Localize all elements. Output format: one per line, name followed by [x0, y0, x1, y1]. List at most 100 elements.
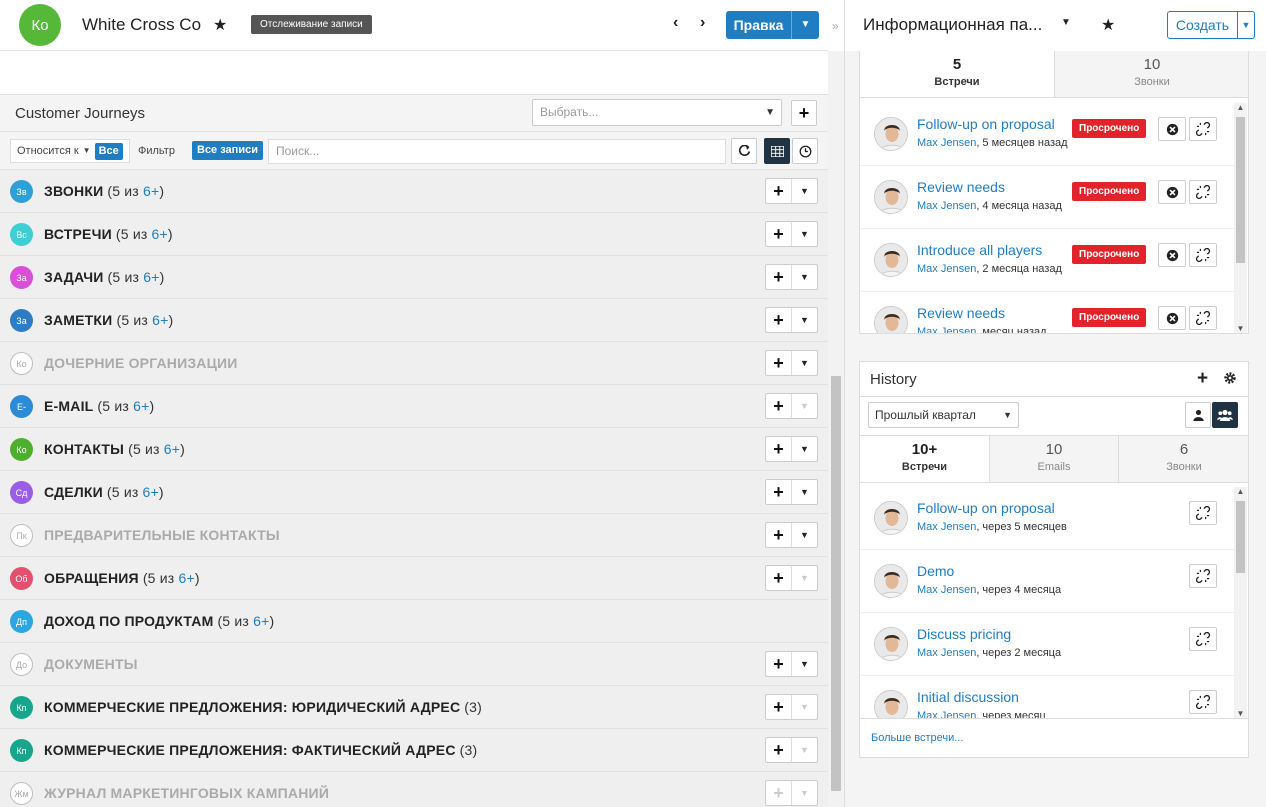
tab-history-2[interactable]: 6 Звонки	[1119, 436, 1248, 482]
item-user-link[interactable]: Max Jensen	[917, 200, 976, 212]
subpanel-row[interactable]: Кп КОММЕРЧЕСКИЕ ПРЕДЛОЖЕНИЯ: ЮРИДИЧЕСКИЙ …	[0, 686, 828, 729]
subpanel-more-link[interactable]: 6+	[152, 226, 168, 242]
subpanel-title[interactable]: ДОКУМЕНТЫ	[44, 656, 138, 672]
item-title-link[interactable]: Review needs	[917, 179, 1005, 195]
subpanel-add-button[interactable]: +	[766, 179, 792, 203]
team-items-icon[interactable]	[1212, 402, 1238, 428]
subpanel-title[interactable]: КОММЕРЧЕСКИЕ ПРЕДЛОЖЕНИЯ: ФАКТИЧЕСКИЙ АД…	[44, 742, 477, 758]
subpanel-row[interactable]: Ко КОНТАКТЫ (5 из 6+) + ▼	[0, 428, 828, 471]
my-items-icon[interactable]	[1185, 402, 1211, 428]
left-scrollbar[interactable]	[828, 51, 844, 807]
subpanel-more-link[interactable]: 6+	[152, 312, 168, 328]
subpanel-menu-icon[interactable]: ▼	[792, 308, 817, 332]
scroll-down-icon[interactable]: ▼	[1234, 709, 1247, 718]
item-user-link[interactable]: Max Jensen	[917, 326, 976, 333]
subpanel-title[interactable]: ОБРАЩЕНИЯ (5 из 6+)	[44, 570, 200, 586]
filter-value-tag[interactable]: Все записи	[192, 141, 263, 160]
subpanel-row[interactable]: Жм ЖУРНАЛ МАРКЕТИНГОВЫХ КАМПАНИЙ + ▼	[0, 772, 828, 807]
tab-activities-1[interactable]: 10 Звонки	[1055, 51, 1248, 97]
scroll-up-icon[interactable]: ▲	[1234, 487, 1247, 496]
item-user-link[interactable]: Max Jensen	[917, 584, 976, 596]
subpanel-add-button[interactable]: +	[766, 652, 792, 676]
subpanel-more-link[interactable]: 6+	[133, 398, 149, 414]
close-activity-icon[interactable]	[1158, 306, 1186, 330]
subpanel-more-link[interactable]: 6+	[164, 441, 180, 457]
subpanel-menu-icon[interactable]: ▼	[792, 179, 817, 203]
subpanel-title[interactable]: ДОЧЕРНИЕ ОРГАНИЗАЦИИ	[44, 355, 238, 371]
subpanel-row[interactable]: Дп ДОХОД ПО ПРОДУКТАМ (5 из 6+)	[0, 600, 828, 643]
item-title-link[interactable]: Initial discussion	[917, 689, 1019, 705]
subpanel-row[interactable]: Ко ДОЧЕРНИЕ ОРГАНИЗАЦИИ + ▼	[0, 342, 828, 385]
subpanel-title[interactable]: ЖУРНАЛ МАРКЕТИНГОВЫХ КАМПАНИЙ	[44, 785, 329, 801]
item-user-link[interactable]: Max Jensen	[917, 137, 976, 149]
create-button[interactable]: Создать	[1168, 12, 1238, 38]
unlink-icon[interactable]	[1189, 627, 1217, 651]
activities-scrollbar[interactable]: ▲ ▼	[1234, 103, 1247, 333]
subpanel-add-button[interactable]: +	[766, 394, 792, 418]
close-activity-icon[interactable]	[1158, 243, 1186, 267]
more-meetings-link[interactable]: Больше встречи...	[871, 732, 963, 744]
unlink-icon[interactable]	[1189, 690, 1217, 714]
subpanel-add-button[interactable]: +	[766, 695, 792, 719]
subpanel-title[interactable]: E-MAIL (5 из 6+)	[44, 398, 154, 414]
subpanel-add-button[interactable]: +	[766, 437, 792, 461]
subpanel-menu-icon[interactable]: ▼	[792, 437, 817, 461]
subpanel-add-button[interactable]: +	[766, 523, 792, 547]
subpanel-menu-icon[interactable]: ▼	[792, 781, 817, 805]
left-scrollbar-thumb[interactable]	[831, 376, 841, 791]
subpanel-more-link[interactable]: 6+	[143, 183, 159, 199]
subpanel-row[interactable]: За ЗАДАЧИ (5 из 6+) + ▼	[0, 256, 828, 299]
subpanel-add-button[interactable]: +	[766, 351, 792, 375]
clock-icon[interactable]	[792, 138, 818, 164]
unlink-icon[interactable]	[1189, 117, 1217, 141]
history-scrollbar-thumb[interactable]	[1236, 501, 1245, 573]
subpanel-more-link[interactable]: 6+	[178, 570, 194, 586]
subpanel-row[interactable]: Вс ВСТРЕЧИ (5 из 6+) + ▼	[0, 213, 828, 256]
subpanel-add-button[interactable]: +	[766, 308, 792, 332]
subpanel-title[interactable]: КОММЕРЧЕСКИЕ ПРЕДЛОЖЕНИЯ: ЮРИДИЧЕСКИЙ АД…	[44, 699, 482, 715]
next-record-icon[interactable]: ›	[700, 14, 705, 32]
subpanel-row[interactable]: Зв ЗВОНКИ (5 из 6+) + ▼	[0, 170, 828, 213]
unlink-icon[interactable]	[1189, 180, 1217, 204]
subpanel-title[interactable]: СДЕЛКИ (5 из 6+)	[44, 484, 164, 500]
history-scrollbar[interactable]: ▲ ▼	[1234, 487, 1247, 718]
tracking-badge[interactable]: Отслеживание записи	[251, 15, 372, 34]
subpanel-title[interactable]: ПРЕДВАРИТЕЛЬНЫЕ КОНТАКТЫ	[44, 527, 280, 543]
subpanel-row[interactable]: E- E-MAIL (5 из 6+) + ▼	[0, 385, 828, 428]
collapse-sidebar-icon[interactable]: »	[832, 19, 839, 33]
item-user-link[interactable]: Max Jensen	[917, 647, 976, 659]
subpanel-row[interactable]: Пк ПРЕДВАРИТЕЛЬНЫЕ КОНТАКТЫ + ▼	[0, 514, 828, 557]
dashboard-dropdown-icon[interactable]: ▼	[1061, 17, 1071, 28]
subpanel-title[interactable]: ВСТРЕЧИ (5 из 6+)	[44, 226, 173, 242]
subpanel-menu-icon[interactable]: ▼	[792, 394, 817, 418]
close-activity-icon[interactable]	[1158, 180, 1186, 204]
scroll-down-icon[interactable]: ▼	[1234, 324, 1247, 333]
subpanel-title[interactable]: ДОХОД ПО ПРОДУКТАМ (5 из 6+)	[44, 613, 274, 629]
edit-button[interactable]: Правка	[726, 11, 792, 39]
dashboard-title[interactable]: Информационная па...	[863, 15, 1042, 35]
item-title-link[interactable]: Follow-up on proposal	[917, 116, 1055, 132]
add-history-icon[interactable]: +	[1197, 368, 1208, 390]
subpanel-more-link[interactable]: 6+	[143, 484, 159, 500]
subpanel-menu-icon[interactable]: ▼	[792, 738, 817, 762]
tab-history-0[interactable]: 10+ Встречи	[860, 436, 990, 482]
tab-activities-0[interactable]: 5 Встречи	[860, 51, 1055, 97]
item-title-link[interactable]: Introduce all players	[917, 242, 1042, 258]
subpanel-row[interactable]: До ДОКУМЕНТЫ + ▼	[0, 643, 828, 686]
create-dropdown-icon[interactable]: ▼	[1238, 12, 1254, 38]
subpanel-row[interactable]: Сд СДЕЛКИ (5 из 6+) + ▼	[0, 471, 828, 514]
subpanel-add-button[interactable]: +	[766, 781, 792, 805]
subpanel-menu-icon[interactable]: ▼	[792, 523, 817, 547]
subpanel-add-button[interactable]: +	[766, 480, 792, 504]
tab-history-1[interactable]: 10 Emails	[990, 436, 1119, 482]
item-user-link[interactable]: Max Jensen	[917, 710, 976, 718]
item-user-link[interactable]: Max Jensen	[917, 263, 976, 275]
item-title-link[interactable]: Demo	[917, 563, 954, 579]
subpanel-search-input[interactable]: Поиск...	[268, 139, 726, 164]
close-activity-icon[interactable]	[1158, 117, 1186, 141]
activities-scrollbar-thumb[interactable]	[1236, 117, 1245, 263]
subpanel-menu-icon[interactable]: ▼	[792, 222, 817, 246]
subpanel-add-button[interactable]: +	[766, 265, 792, 289]
subpanel-menu-icon[interactable]: ▼	[792, 695, 817, 719]
subpanel-menu-icon[interactable]: ▼	[792, 480, 817, 504]
